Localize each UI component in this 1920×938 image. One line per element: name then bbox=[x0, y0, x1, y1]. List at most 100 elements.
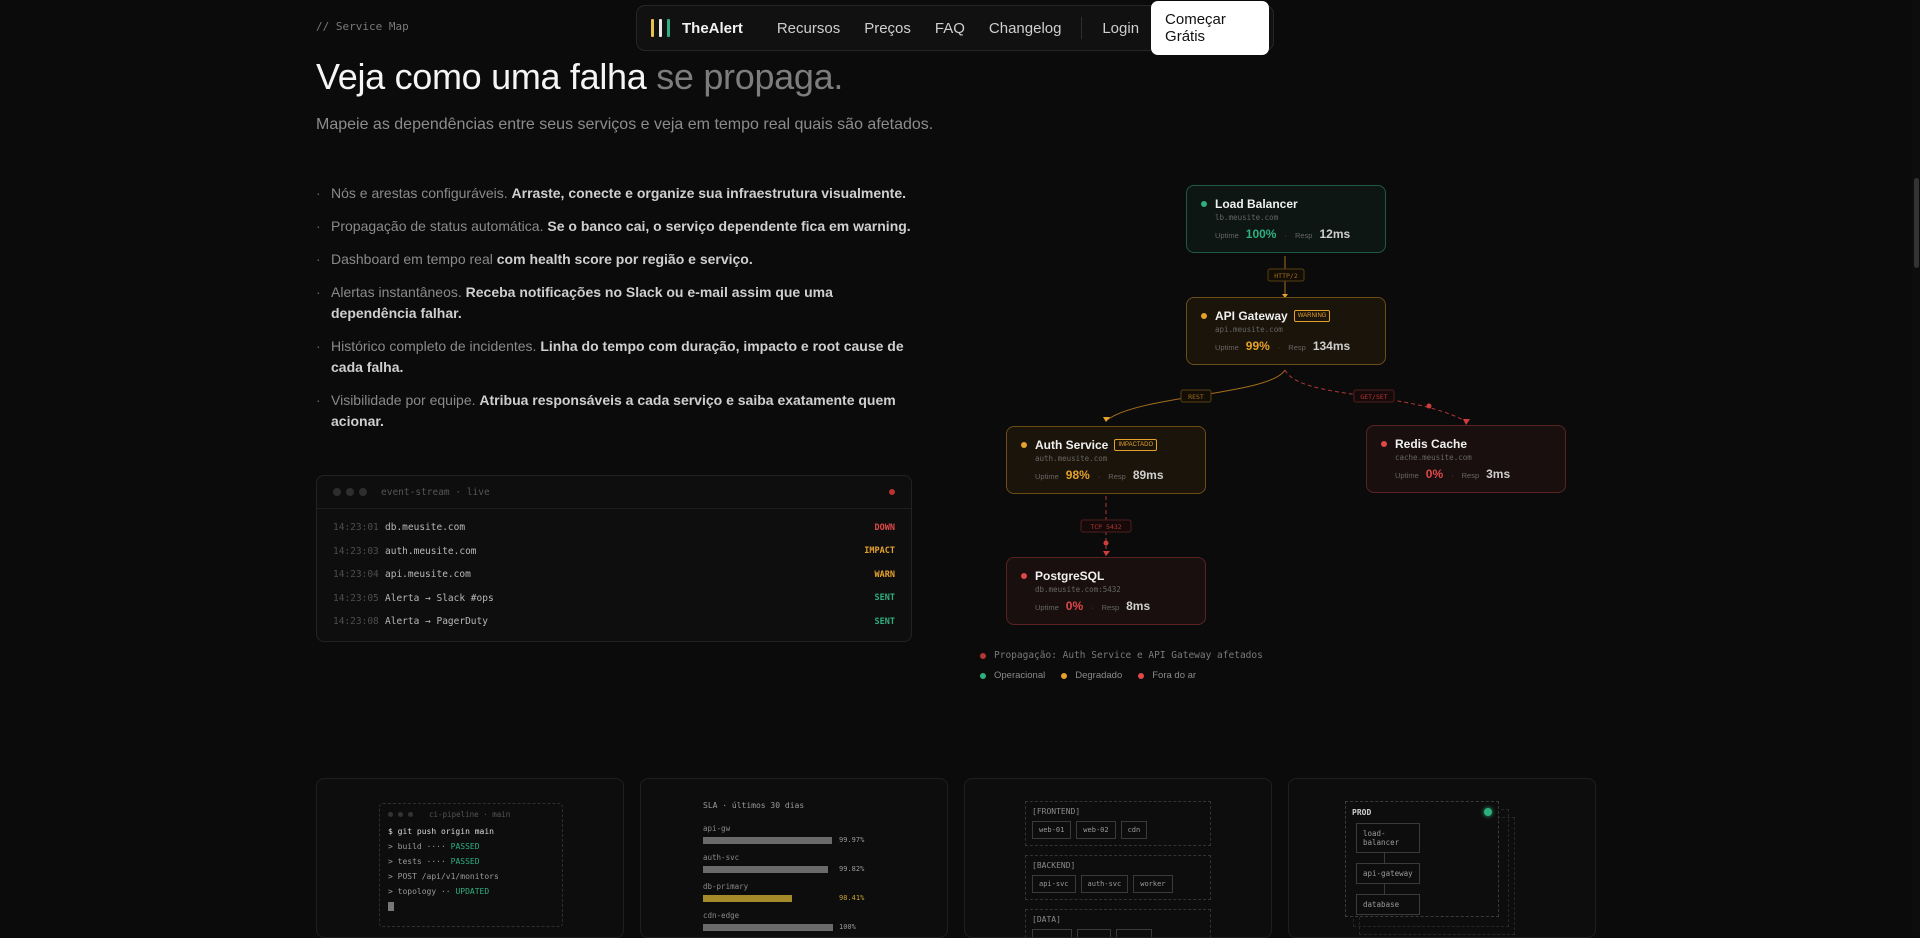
status-dot-icon bbox=[1021, 573, 1027, 579]
brand-logo[interactable]: TheAlert bbox=[651, 19, 743, 37]
sla-service: api-gw bbox=[703, 824, 731, 833]
uptime-label: Uptime bbox=[1395, 471, 1419, 480]
uptime-value: 98% bbox=[1065, 468, 1090, 482]
node-load-balancer[interactable]: Load Balancer lb.meusite.com Uptime 100% ·… bbox=[1186, 185, 1386, 253]
sla-item: api-gw 99.97% bbox=[703, 824, 873, 844]
feature-lead: Nós e arestas configuráveis. bbox=[331, 185, 508, 201]
prod-environment: PROD load-balancer api-gateway database bbox=[1345, 801, 1499, 917]
node-badge: IMPACTADO bbox=[1114, 439, 1158, 451]
node-host: auth.meusite.com bbox=[1035, 454, 1108, 463]
logo-bar bbox=[651, 19, 654, 37]
node-host: api.meusite.com bbox=[1215, 325, 1283, 334]
node-name: PostgreSQL bbox=[1035, 569, 1105, 583]
uptime-value: 0% bbox=[1425, 467, 1444, 481]
feature-lead: Histórico completo de incidentes. bbox=[331, 338, 537, 354]
status-dot-icon bbox=[980, 652, 986, 659]
resp-label: Resp bbox=[1101, 603, 1120, 612]
scrollbar-thumb[interactable] bbox=[1914, 178, 1919, 268]
ci-line-status: UPDATED bbox=[455, 887, 490, 896]
edge-label-api-auth: REST bbox=[1188, 393, 1204, 401]
resp-label: Resp bbox=[1288, 343, 1306, 352]
ci-line: > tests ···· PASSED bbox=[388, 857, 554, 866]
terminal-header: event-stream · live bbox=[317, 476, 911, 509]
node-postgresql[interactable]: PostgreSQL db.meusite.com:5432 Uptime 0% ·… bbox=[1006, 557, 1206, 625]
status-dot-icon bbox=[980, 672, 986, 679]
ci-line-text: > topology ·· bbox=[388, 887, 456, 896]
start-free-button[interactable]: Começar Grátis bbox=[1151, 1, 1269, 55]
service-chip bbox=[1032, 929, 1072, 937]
legend-label: Fora do ar bbox=[1152, 670, 1197, 681]
service-chip: api-svc bbox=[1032, 875, 1076, 893]
nav-link-precos[interactable]: Preços bbox=[864, 20, 911, 37]
event-status: IMPACT bbox=[864, 546, 895, 557]
node-name: Load Balancer bbox=[1215, 197, 1298, 211]
brand-name: TheAlert bbox=[682, 19, 743, 37]
event-row: 14:23:01 db.meusite.com DOWN bbox=[333, 516, 895, 540]
event-status: DOWN bbox=[874, 522, 895, 533]
sla-service: cdn-edge bbox=[703, 911, 740, 920]
status-legend: Operacional Degradado Fora do ar bbox=[980, 670, 1212, 681]
node-host: lb.meusite.com bbox=[1215, 213, 1279, 222]
node-host: db.meusite.com:5432 bbox=[1035, 585, 1121, 594]
nav-link-changelog[interactable]: Changelog bbox=[989, 20, 1062, 37]
node-name: API Gateway bbox=[1215, 309, 1288, 323]
event-status: SENT bbox=[874, 593, 895, 604]
feature-bold: com health score por região e serviço. bbox=[496, 251, 753, 267]
event-time: 14:23:04 bbox=[333, 569, 379, 581]
sla-bar-fill bbox=[703, 865, 829, 873]
service-chip: cdn bbox=[1120, 821, 1148, 839]
feature-card-environment: PROD load-balancer api-gateway database bbox=[1288, 778, 1596, 938]
node-api-gateway[interactable]: API Gateway WARNING api.meusite.com Uptim… bbox=[1186, 297, 1386, 365]
feature-lead: Dashboard em tempo real bbox=[331, 251, 493, 267]
section-eyebrow: // Service Map bbox=[316, 20, 409, 33]
event-message: auth.meusite.com bbox=[385, 545, 477, 557]
feature-lead: Alertas instantâneos. bbox=[331, 284, 462, 300]
edge-label-lb-api: HTTP/2 bbox=[1274, 272, 1298, 280]
group-label: [DATA] bbox=[1032, 915, 1061, 924]
event-status: WARN bbox=[874, 569, 895, 580]
status-dot-icon bbox=[1021, 442, 1027, 448]
service-chip: web-01 bbox=[1032, 821, 1072, 839]
connector-line bbox=[1384, 884, 1385, 894]
resp-label: Resp bbox=[1294, 231, 1313, 240]
resp-value: 12ms bbox=[1319, 227, 1351, 241]
status-dot-icon bbox=[1061, 672, 1068, 679]
event-message: Alerta → Slack #ops bbox=[385, 592, 494, 604]
sla-service: auth-svc bbox=[703, 853, 740, 862]
logo-bar bbox=[659, 19, 662, 37]
sla-bar-fill bbox=[703, 894, 792, 902]
node-badge: WARNING bbox=[1293, 310, 1331, 322]
node-host: cache.meusite.com bbox=[1395, 453, 1472, 462]
logo-bar bbox=[667, 19, 670, 37]
status-dot-icon bbox=[1381, 441, 1387, 447]
uptime-value: 0% bbox=[1065, 599, 1084, 613]
feature-item: Histórico completo de incidentes. Linha … bbox=[316, 336, 916, 378]
ci-line: > POST /api/v1/monitors bbox=[388, 872, 554, 881]
node-auth-service[interactable]: Auth Service IMPACTADO auth.meusite.com U… bbox=[1006, 426, 1206, 494]
login-link[interactable]: Login bbox=[1102, 20, 1139, 37]
window-dots-icon bbox=[388, 812, 413, 817]
top-navbar: TheAlert Recursos Preços FAQ Changelog L… bbox=[636, 1, 1274, 55]
ci-line-text: > tests ···· bbox=[388, 857, 451, 866]
title-main: Veja como uma falha bbox=[316, 56, 647, 97]
topology-group-frontend: [FRONTEND] web-01 web-02 cdn bbox=[1025, 801, 1211, 846]
event-message: api.meusite.com bbox=[385, 569, 471, 581]
sla-bar-track bbox=[703, 865, 833, 873]
event-message: Alerta → PagerDuty bbox=[385, 616, 488, 628]
sla-item: auth-svc 99.82% bbox=[703, 853, 873, 873]
edge-label-api-redis: GET/SET bbox=[1360, 393, 1387, 401]
title-dim: se propaga. bbox=[656, 56, 844, 97]
feature-card-sla: SLA · últimos 30 dias api-gw 99.97% auth-s… bbox=[640, 778, 948, 938]
page-scrollbar[interactable] bbox=[1912, 0, 1920, 933]
sla-item: cdn-edge 100% bbox=[703, 911, 873, 931]
nav-link-faq[interactable]: FAQ bbox=[935, 20, 965, 37]
topology-group-data: [DATA] bbox=[1025, 909, 1211, 937]
ci-pipeline-window: ci-pipeline · main $ git push origin mai… bbox=[379, 803, 563, 927]
env-node: load-balancer bbox=[1356, 823, 1420, 853]
nav-link-recursos[interactable]: Recursos bbox=[777, 20, 840, 37]
service-chip: auth-svc bbox=[1080, 875, 1129, 893]
feature-bold: Arraste, conecte e organize sua infraest… bbox=[511, 185, 907, 201]
ci-line-text: > POST /api/v1/monitors bbox=[388, 872, 499, 881]
node-redis-cache[interactable]: Redis Cache cache.meusite.com Uptime 0% · R… bbox=[1366, 425, 1566, 493]
sla-title: SLA · últimos 30 dias bbox=[703, 801, 805, 810]
